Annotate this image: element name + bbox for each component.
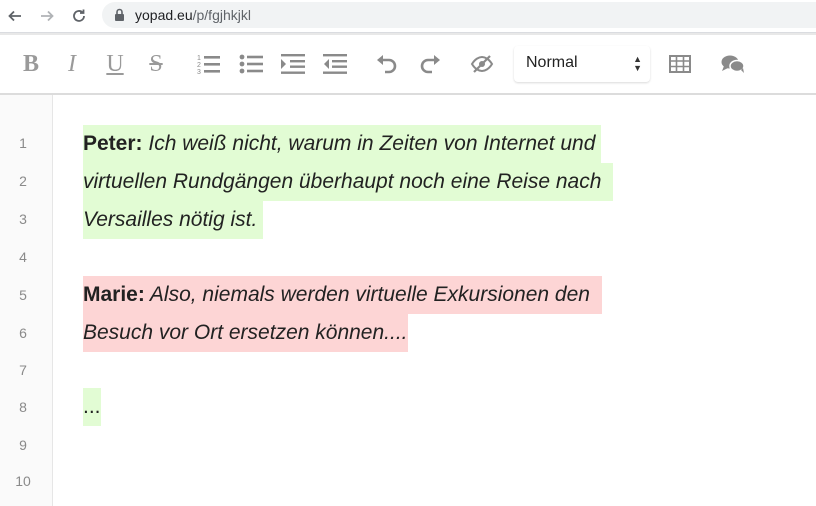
svg-text:1: 1 xyxy=(197,55,201,62)
reload-icon xyxy=(73,9,85,22)
editor-toolbar: B I U S 1 2 3 Normal ▲ ▼ xyxy=(0,33,816,95)
back-arrow-icon xyxy=(8,10,21,22)
line-number: 4 xyxy=(19,249,27,265)
line-number: 2 xyxy=(19,173,27,189)
speaker-name: Peter: xyxy=(83,132,143,155)
bullet-list-icon xyxy=(239,54,263,74)
svg-text:3: 3 xyxy=(197,69,201,75)
editor-line[interactable]: Peter: Ich weiß nicht, warum in Zeiten v… xyxy=(83,125,602,163)
bold-button[interactable]: B xyxy=(20,49,42,79)
line-number: 1 xyxy=(19,135,27,151)
speech-text: virtuellen Rundgängen überhaupt noch ein… xyxy=(83,170,602,193)
line-number-gutter: 1 2 3 4 5 6 7 8 9 10 xyxy=(0,95,53,506)
comments-button[interactable] xyxy=(720,49,746,79)
outdent-icon xyxy=(323,54,347,74)
editor-content[interactable]: Peter: Ich weiß nicht, warum in Zeiten v… xyxy=(54,95,816,506)
speech-text: Also, niemals werden virtuelle Exkursion… xyxy=(144,283,590,306)
hide-authorship-button[interactable] xyxy=(469,49,495,79)
chat-bubbles-icon xyxy=(721,55,745,73)
speech-text: Besuch vor Ort ersetzen können.... xyxy=(83,321,408,344)
ordered-list-button[interactable]: 1 2 3 xyxy=(196,49,222,79)
reload-button[interactable] xyxy=(68,5,90,27)
bullet-list-button[interactable] xyxy=(238,49,264,79)
speech-text: Versailles nötig ist. xyxy=(83,208,258,231)
redo-icon xyxy=(420,55,440,74)
italic-button[interactable]: I xyxy=(62,49,82,79)
address-bar[interactable]: yopad.eu/p/fgjhkjkl xyxy=(102,2,816,28)
speech-text: Ich weiß nicht, warum in Zeiten von Inte… xyxy=(142,132,596,155)
underline-button[interactable]: U xyxy=(103,49,127,79)
table-icon xyxy=(669,55,691,73)
insert-table-button[interactable] xyxy=(668,49,692,79)
editor-line[interactable]: Besuch vor Ort ersetzen können.... xyxy=(83,314,408,352)
lock-icon xyxy=(115,8,124,21)
url-text: yopad.eu/p/fgjhkjkl xyxy=(135,7,251,23)
editor-line[interactable]: virtuellen Rundgängen überhaupt noch ein… xyxy=(83,163,614,201)
editor-line[interactable]: Marie: Also, niemals werden virtuelle Ex… xyxy=(83,276,602,314)
line-number: 10 xyxy=(15,473,31,489)
line-number: 8 xyxy=(19,399,27,415)
line-number: 6 xyxy=(19,325,27,341)
undo-icon xyxy=(377,55,397,74)
indent-icon xyxy=(281,54,305,74)
url-path: /p/fgjhkjkl xyxy=(192,7,251,23)
url-domain: yopad.eu xyxy=(135,7,193,23)
ordered-list-icon: 1 2 3 xyxy=(197,55,220,75)
line-number: 7 xyxy=(19,362,27,378)
outdent-button[interactable] xyxy=(322,49,348,79)
browser-bar: yopad.eu/p/fgjhkjkl xyxy=(0,0,816,33)
line-number: 9 xyxy=(19,437,27,453)
select-arrows-icon: ▲ ▼ xyxy=(633,54,642,73)
forward-button[interactable] xyxy=(36,5,58,27)
undo-button[interactable] xyxy=(375,49,399,79)
redo-button[interactable] xyxy=(418,49,442,79)
strikethrough-button[interactable]: S xyxy=(145,49,167,79)
line-number: 3 xyxy=(19,211,27,227)
paragraph-style-value: Normal xyxy=(526,54,578,71)
paragraph-style-select[interactable]: Normal ▲ ▼ xyxy=(514,46,650,82)
svg-text:2: 2 xyxy=(197,62,201,69)
speaker-name: Marie: xyxy=(83,283,145,306)
eye-slash-icon xyxy=(470,55,494,73)
forward-arrow-icon xyxy=(41,10,54,22)
ellipsis-text: ... xyxy=(83,395,101,418)
line-number: 5 xyxy=(19,287,27,303)
editor-line[interactable]: ... xyxy=(83,388,101,426)
editor-line[interactable]: Versailles nötig ist. xyxy=(83,201,264,239)
indent-button[interactable] xyxy=(280,49,306,79)
back-button[interactable] xyxy=(4,5,26,27)
